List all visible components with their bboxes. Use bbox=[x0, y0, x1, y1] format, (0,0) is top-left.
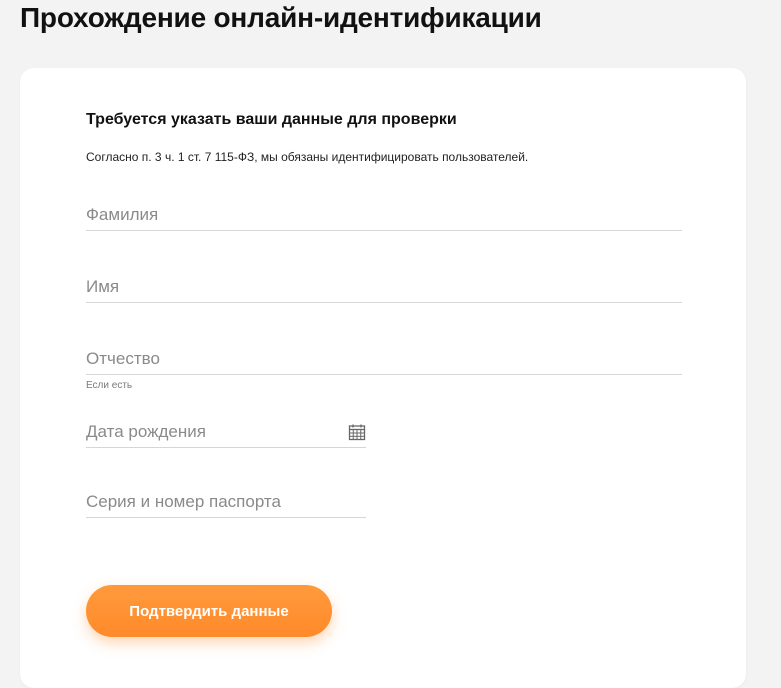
page-title: Прохождение онлайн-идентификации bbox=[20, 2, 542, 33]
identification-card: Требуется указать ваши данные для провер… bbox=[20, 68, 746, 688]
first-name-field bbox=[86, 274, 682, 303]
birth-date-field bbox=[86, 419, 366, 448]
birth-date-input[interactable] bbox=[86, 419, 366, 445]
confirm-data-button[interactable]: Подтвердить данные bbox=[86, 585, 332, 637]
patronymic-input[interactable] bbox=[86, 346, 682, 372]
passport-field bbox=[86, 489, 366, 518]
last-name-field bbox=[86, 202, 682, 231]
first-name-input[interactable] bbox=[86, 274, 682, 300]
patronymic-field bbox=[86, 346, 682, 375]
passport-input[interactable] bbox=[86, 489, 366, 515]
form-heading: Требуется указать ваши данные для провер… bbox=[86, 111, 457, 128]
legal-note: Согласно п. 3 ч. 1 ст. 7 115-ФЗ, мы обяз… bbox=[86, 150, 529, 164]
calendar-icon[interactable] bbox=[348, 423, 366, 441]
patronymic-hint: Если есть bbox=[86, 380, 133, 391]
last-name-input[interactable] bbox=[86, 202, 682, 228]
